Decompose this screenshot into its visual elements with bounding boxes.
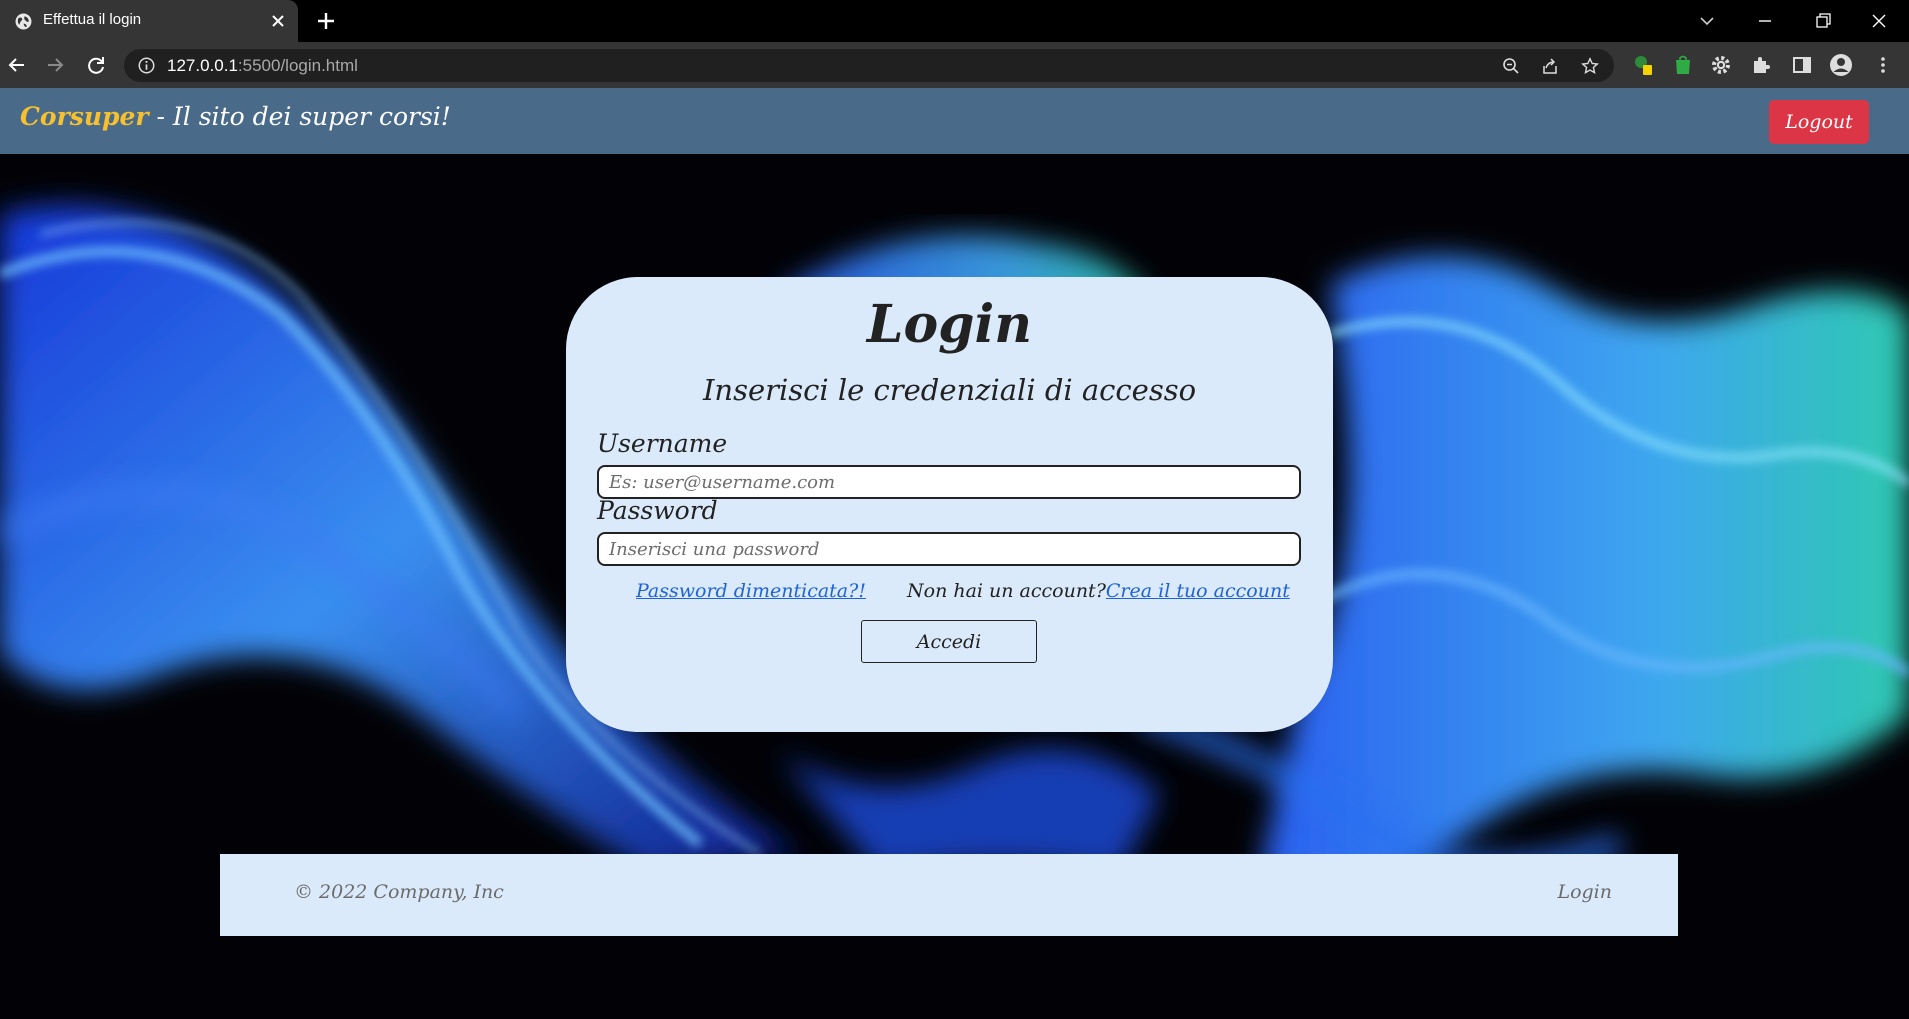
browser-tab[interactable]: Effettua il login [0, 0, 298, 42]
reload-icon[interactable] [84, 53, 108, 77]
info-icon[interactable] [138, 57, 155, 74]
site-brand[interactable]: Corsuper - Il sito dei super corsi! [20, 102, 451, 131]
share-icon[interactable] [1541, 57, 1559, 75]
site-navbar: Corsuper - Il sito dei super corsi! Logo… [0, 88, 1909, 154]
chevron-down-icon[interactable] [1694, 8, 1720, 34]
side-panel-icon[interactable] [1790, 53, 1814, 77]
footer-login-link[interactable]: Login [1557, 881, 1612, 903]
brand-tagline: - Il sito dei super corsi! [148, 102, 451, 131]
password-placeholder: Inserisci una password [609, 539, 820, 560]
logout-button[interactable]: Logout [1769, 100, 1869, 144]
footer-copyright: © 2022 Company, Inc [294, 881, 504, 903]
create-account-link[interactable]: Crea il tuo account [1106, 580, 1290, 602]
no-account-text: Non hai un account? [907, 580, 1106, 602]
puzzle-icon[interactable] [1749, 53, 1773, 77]
login-title: Login [866, 294, 1033, 355]
username-placeholder: Es: user@username.com [609, 472, 836, 493]
star-icon[interactable] [1581, 57, 1599, 75]
username-label: Username [597, 429, 728, 458]
close-window-icon[interactable] [1866, 8, 1892, 34]
extension-icon[interactable] [1671, 53, 1695, 77]
browser-toolbar: 127.0.0.1:5500/login.html [0, 42, 1909, 88]
login-subtitle: Inserisci le credenziali di accesso [702, 373, 1197, 407]
password-input[interactable]: Inserisci una password [597, 532, 1301, 566]
site-footer: © 2022 Company, Inc Login [220, 854, 1678, 936]
browser-tab-bar: Effettua il login [0, 0, 1909, 42]
extension-icon[interactable] [1632, 53, 1656, 77]
profile-icon[interactable] [1829, 53, 1853, 77]
page-viewport: Corsuper - Il sito dei super corsi! Logo… [0, 88, 1909, 1019]
url-text[interactable]: 127.0.0.1:5500/login.html [167, 56, 358, 76]
url-host: 127.0.0.1 [167, 56, 238, 75]
forgot-password-row: Password dimenticata?! [636, 580, 866, 602]
create-account-row: Non hai un account?Crea il tuo account [907, 580, 1290, 602]
arrow-right-icon[interactable] [43, 53, 67, 77]
password-label: Password [597, 496, 718, 525]
username-input[interactable]: Es: user@username.com [597, 465, 1301, 499]
accedi-button[interactable]: Accedi [861, 620, 1037, 663]
restore-icon[interactable] [1810, 8, 1836, 34]
kebab-menu-icon[interactable] [1871, 53, 1895, 77]
zoom-out-icon[interactable] [1502, 57, 1520, 75]
globe-icon [15, 13, 32, 30]
address-bar[interactable]: 127.0.0.1:5500/login.html [124, 49, 1614, 82]
gear-icon[interactable] [1709, 53, 1733, 77]
arrow-left-icon[interactable] [5, 53, 29, 77]
forgot-password-link[interactable]: Password dimenticata?! [636, 580, 866, 602]
close-icon[interactable] [269, 12, 287, 30]
login-card: Login Inserisci le credenziali di access… [566, 277, 1333, 732]
plus-icon[interactable] [315, 10, 337, 32]
minimize-icon[interactable] [1752, 8, 1778, 34]
brand-name: Corsuper [20, 102, 149, 131]
tab-title: Effettua il login [43, 11, 142, 28]
url-path: :5500/login.html [237, 56, 358, 75]
